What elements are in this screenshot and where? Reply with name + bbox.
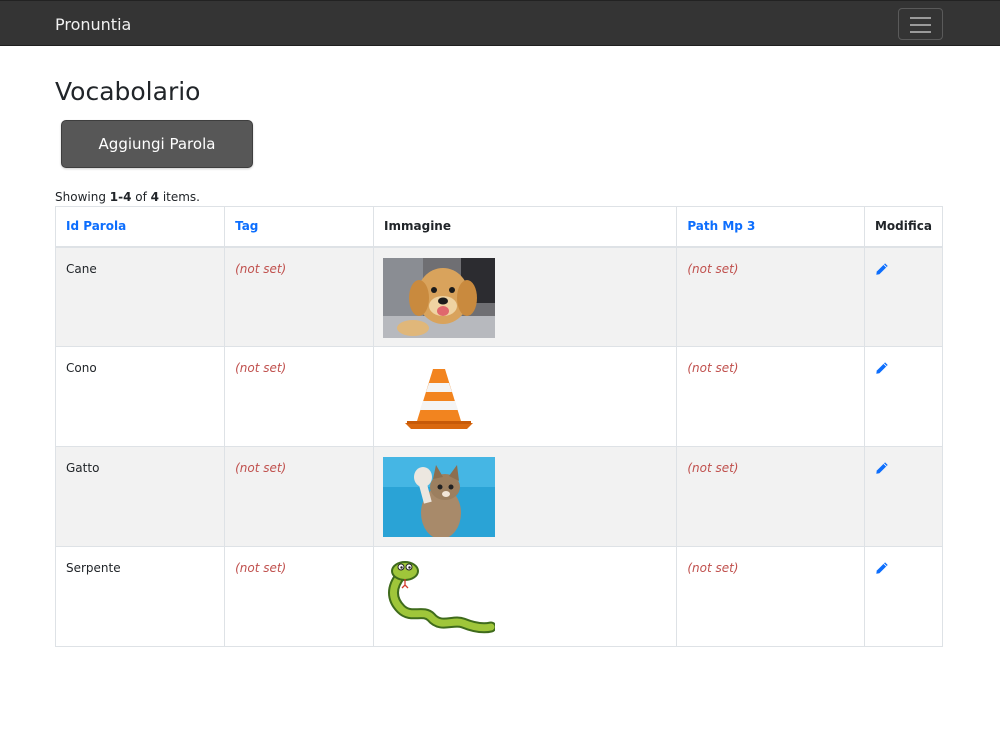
word-cell: Cane [54,246,226,347]
edit-link[interactable] [875,362,889,378]
brand-link[interactable]: Pronuntia [55,15,131,34]
table-row: Cane (not set) (not set) [54,246,944,347]
add-word-button[interactable]: Aggiungi Parola [61,120,253,168]
image-cell [373,446,678,547]
path-mp3-cell: (not set) [676,346,865,447]
path-mp3-cell: (not set) [676,546,865,647]
table-header-row: Id Parola Tag Immagine Path Mp 3 Modific… [54,206,944,248]
summary-prefix: Showing [55,190,110,204]
navbar: Pronuntia [0,0,1000,46]
column-header-tag[interactable]: Tag [224,206,375,248]
path-mp3-cell: (not set) [676,246,865,347]
summary-of: of [131,190,151,204]
column-header-path-mp3[interactable]: Path Mp 3 [676,206,865,248]
pencil-icon [876,362,888,374]
edit-link[interactable] [875,262,889,279]
summary-total: 4 [150,190,159,204]
grid-summary: Showing 1-4 of 4 items. [55,190,200,204]
pencil-icon [876,562,888,574]
hamburger-icon [910,17,931,19]
image-cell [373,246,678,347]
cat-image [383,457,496,537]
vocabulary-table: Id Parola Tag Immagine Path Mp 3 Modific… [54,206,944,647]
menu-toggle-button[interactable] [898,8,943,40]
hamburger-icon-bar [910,31,931,33]
tag-cell: (not set) [224,246,375,347]
image-cell [373,546,678,647]
table-row: Cono (not set) (not set) [54,346,944,447]
edit-cell [863,446,944,547]
column-header-id-parola[interactable]: Id Parola [54,206,226,248]
tag-cell: (not set) [224,346,375,447]
edit-cell [863,546,944,647]
edit-link[interactable] [875,562,889,578]
edit-link[interactable] [875,462,889,478]
puppy-image [383,257,496,338]
word-cell: Serpente [54,546,226,647]
path-mp3-cell: (not set) [676,446,865,547]
summary-suffix: items. [159,190,200,204]
table-row: Gatto (not set) (not set) [54,446,944,547]
edit-cell [863,246,944,347]
tag-cell: (not set) [224,446,375,547]
summary-range: 1-4 [109,190,132,204]
edit-cell [863,346,944,447]
pencil-icon [876,262,888,275]
snake-image [383,557,496,637]
pencil-icon [876,462,888,474]
column-header-modifica: Modifica [863,206,944,248]
word-cell: Cono [54,346,226,447]
image-cell [373,346,678,447]
column-header-immagine: Immagine [373,206,678,248]
tag-cell: (not set) [224,546,375,647]
traffic-cone-image [383,357,496,437]
table-row: Serpente (not set) (not set) [54,546,944,647]
hamburger-icon-bar [910,24,931,26]
word-cell: Gatto [54,446,226,547]
page-title: Vocabolario [55,77,201,106]
